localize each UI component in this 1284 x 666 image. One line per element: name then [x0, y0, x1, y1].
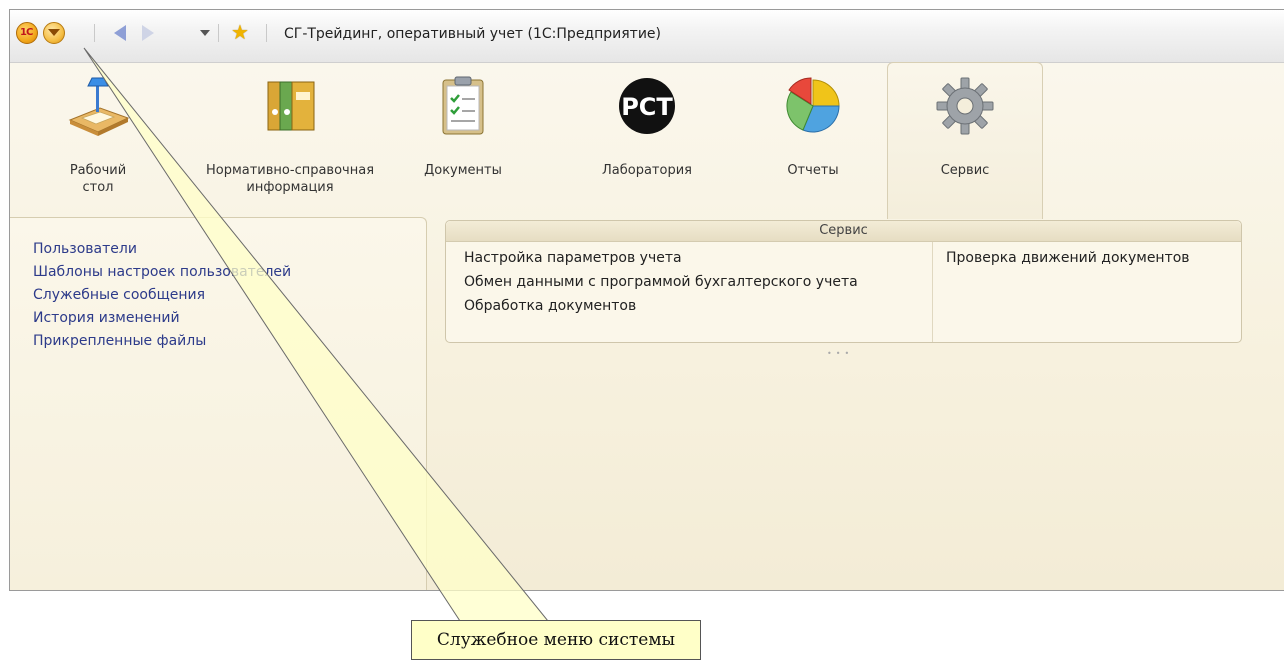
system-menu-button[interactable] — [43, 22, 65, 44]
section-documents[interactable]: Документы — [408, 62, 518, 212]
group-divider — [932, 242, 933, 342]
rst-mark-icon: РСТ — [619, 78, 675, 134]
command-check-document-movements[interactable]: Проверка движений документов — [946, 250, 1190, 266]
command-accounting-data-exchange[interactable]: Обмен данными с программой бухгалтерског… — [464, 274, 858, 290]
window-title: СГ-Трейдинг, оперативный учет (1С:Предпр… — [284, 26, 661, 42]
service-command-group: Сервис Настройка параметров учета Обмен … — [445, 220, 1242, 343]
section-reference-info[interactable]: Нормативно-справочная информация — [180, 62, 400, 212]
desk-lamp-icon — [68, 77, 130, 136]
chevron-down-icon — [48, 29, 60, 36]
nav-link-attached-files[interactable]: Прикрепленные файлы — [33, 333, 206, 349]
nav-link-service-messages[interactable]: Служебные сообщения — [33, 287, 205, 303]
resize-grip[interactable]: ••• — [827, 349, 853, 358]
command-accounting-settings[interactable]: Настройка параметров учета — [464, 250, 682, 266]
section-desktop[interactable]: Рабочий стол — [38, 62, 158, 212]
svg-text:РСТ: РСТ — [621, 93, 673, 121]
section-label: Нормативно-справочная информация — [205, 163, 375, 195]
clipboard-checklist-icon — [442, 76, 484, 135]
history-dropdown-icon[interactable] — [200, 30, 210, 36]
toolbar-separator — [266, 24, 267, 42]
section-label: Лаборатория — [602, 163, 692, 178]
binders-icon — [267, 81, 315, 131]
forward-arrow-icon[interactable] — [142, 25, 154, 41]
back-arrow-icon[interactable] — [114, 25, 126, 41]
title-bar: 1C ★ СГ-Трейдинг, оперативный учет (1С:П… — [10, 10, 1284, 63]
section-service[interactable]: Сервис — [910, 62, 1020, 212]
app-window: 1C ★ СГ-Трейдинг, оперативный учет (1С:П… — [9, 9, 1284, 591]
nav-link-change-history[interactable]: История изменений — [33, 310, 180, 326]
pie-chart-icon — [786, 77, 840, 133]
section-laboratory[interactable]: РСТ Лаборатория — [588, 62, 706, 212]
group-title: Сервис — [446, 221, 1241, 242]
section-label: Рабочий стол — [69, 163, 127, 195]
section-label: Сервис — [940, 163, 990, 178]
favorites-star-icon[interactable]: ★ — [231, 21, 249, 43]
gear-icon — [936, 77, 994, 135]
callout-note: Служебное меню системы — [411, 620, 701, 660]
section-reports[interactable]: Отчеты — [768, 62, 858, 212]
nav-link-user-settings-templates[interactable]: Шаблоны настроек пользователей — [33, 264, 291, 280]
section-label: Документы — [424, 163, 502, 178]
navigation-panel: Пользователи Шаблоны настроек пользовате… — [10, 217, 427, 590]
app-logo-icon[interactable]: 1C — [16, 22, 38, 44]
nav-link-users[interactable]: Пользователи — [33, 241, 137, 257]
toolbar-separator — [218, 24, 219, 42]
command-document-processing[interactable]: Обработка документов — [464, 298, 636, 314]
toolbar-separator — [94, 24, 95, 42]
section-label: Отчеты — [787, 163, 839, 178]
sections-panel: Рабочий стол Нормативно-справочная информа… — [10, 62, 1284, 219]
